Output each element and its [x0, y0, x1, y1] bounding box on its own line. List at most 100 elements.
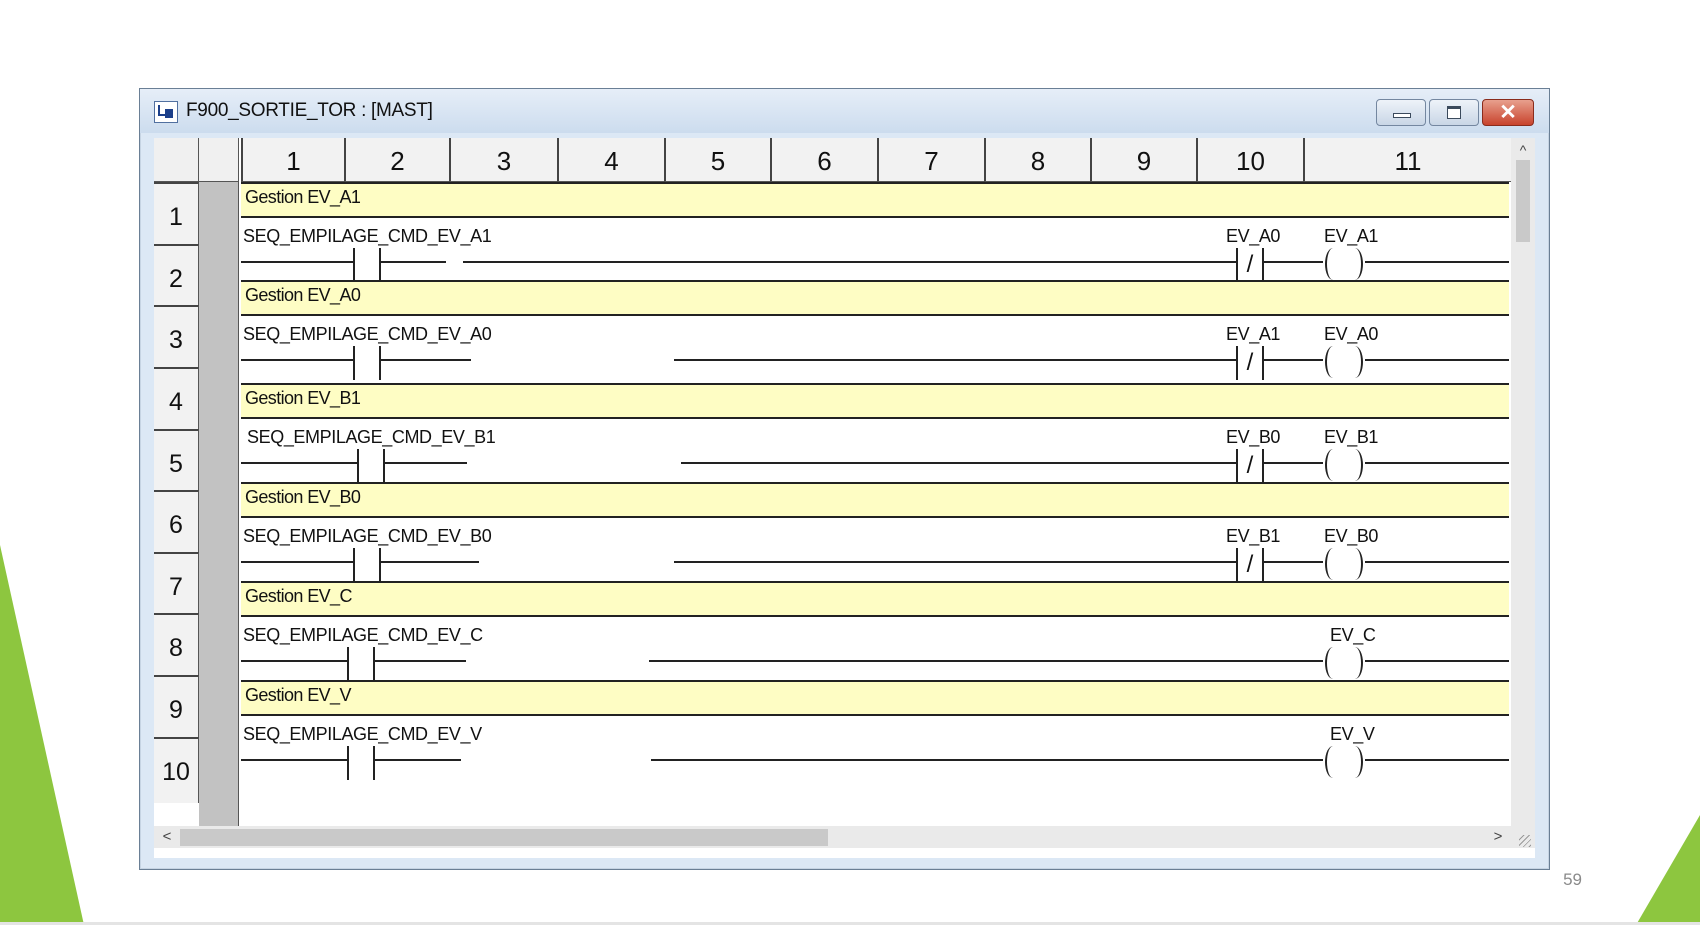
rung-comment-text: Gestion EV_B0 [245, 487, 361, 507]
horizontal-scroll-thumb[interactable] [180, 829, 828, 846]
contact-variable-label: SEQ_EMPILAGE_CMD_EV_B1 [247, 427, 496, 447]
row-header: 1 [154, 182, 199, 248]
row-header: 9 [154, 675, 199, 741]
normally-closed-contact[interactable]: / [1236, 346, 1264, 380]
vertical-scroll-thumb[interactable] [1516, 160, 1530, 242]
minimize-button[interactable] [1376, 99, 1426, 126]
rung-comment[interactable]: Gestion EV_V [241, 680, 1509, 716]
scroll-right-icon[interactable]: > [1489, 826, 1507, 848]
rung-comment[interactable]: Gestion EV_B1 [241, 383, 1509, 419]
ladder-rung: SEQ_EMPILAGE_CMD_EV_V EV_V [241, 716, 1509, 782]
ladder-rung: SEQ_EMPILAGE_CMD_EV_B1 EV_B0 / EV_B1 [241, 419, 1509, 485]
slide-page-number: 59 [1563, 870, 1582, 889]
normally-open-contact[interactable] [353, 346, 381, 380]
coil-paren [1347, 647, 1363, 679]
rung-wire [241, 759, 1509, 761]
output-coil-icon[interactable] [1323, 346, 1365, 382]
horizontal-scrollbar[interactable]: < > [154, 826, 1535, 848]
contact-bar [373, 746, 375, 780]
negation-slash-icon: / [1246, 551, 1254, 578]
column-header: 7 [877, 138, 984, 182]
row-header: 4 [154, 367, 199, 433]
contact-variable-label: SEQ_EMPILAGE_CMD_EV_C [243, 625, 483, 645]
output-coil-icon[interactable] [1323, 647, 1365, 683]
interlock-variable-label: EV_B0 [1226, 427, 1281, 447]
row-header: 8 [154, 613, 199, 679]
normally-open-contact[interactable] [353, 548, 381, 582]
contact-bar [383, 449, 385, 483]
ladder-rung: SEQ_EMPILAGE_CMD_EV_C EV_C [241, 617, 1509, 683]
interlock-variable-label: EV_A1 [1226, 324, 1281, 344]
coil-paren [1325, 746, 1341, 778]
rung-wire [241, 261, 1509, 263]
ladder-grid: 1 2 3 4 5 6 7 8 9 10 11 1 2 3 4 5 6 7 8 9 10 Gestion EV_A1 S… [154, 138, 1535, 858]
coil-variable-label: EV_V [1330, 724, 1375, 744]
coil-variable-label: EV_A1 [1324, 226, 1379, 246]
contact-bar [1236, 548, 1238, 582]
normally-open-contact[interactable] [347, 647, 375, 681]
contact-variable-label: SEQ_EMPILAGE_CMD_EV_B0 [243, 526, 492, 546]
wire-rendering-gap [471, 358, 674, 362]
close-button[interactable]: ✕ [1482, 99, 1534, 126]
scroll-left-icon[interactable]: < [158, 826, 176, 848]
contact-variable-label: SEQ_EMPILAGE_CMD_EV_A0 [243, 324, 492, 344]
coil-variable-label: EV_C [1330, 625, 1376, 645]
column-header: 4 [557, 138, 664, 182]
column-header: 1 [241, 138, 344, 182]
normally-closed-contact[interactable]: / [1236, 548, 1264, 582]
coil-variable-label: EV_B1 [1324, 427, 1379, 447]
rung-comment[interactable]: Gestion EV_A1 [241, 182, 1509, 218]
scroll-up-icon[interactable]: ^ [1511, 140, 1535, 160]
negation-slash-icon: / [1246, 349, 1254, 376]
ladder-app-icon [154, 101, 178, 123]
rung-wire [241, 561, 1509, 563]
normally-open-contact[interactable] [347, 746, 375, 780]
coil-paren [1325, 346, 1341, 378]
coil-paren [1347, 449, 1363, 481]
coil-paren [1347, 248, 1363, 280]
rung-comment[interactable]: Gestion EV_A0 [241, 280, 1509, 316]
output-coil-icon[interactable] [1323, 449, 1365, 485]
contact-bar [1262, 548, 1264, 582]
coil-variable-label: EV_A0 [1324, 324, 1379, 344]
contact-bar [373, 647, 375, 681]
ladder-editor-window: F900_SORTIE_TOR : [MAST] ✕ 1 2 3 4 5 6 7 8 9 10 11… [139, 88, 1550, 870]
minimize-icon [1393, 113, 1411, 118]
rung-comment[interactable]: Gestion EV_C [241, 581, 1509, 617]
normally-open-contact[interactable] [357, 449, 385, 483]
resize-grip-icon[interactable] [1519, 835, 1531, 847]
contact-bar [1262, 346, 1264, 380]
contact-variable-label: SEQ_EMPILAGE_CMD_EV_V [243, 724, 482, 744]
rung-wire [241, 660, 1509, 662]
row-header: 7 [154, 552, 199, 618]
contact-bar [1236, 346, 1238, 380]
contact-bar [347, 647, 349, 681]
rung-comment[interactable]: Gestion EV_B0 [241, 482, 1509, 518]
contact-bar [1236, 248, 1238, 282]
ladder-rung: SEQ_EMPILAGE_CMD_EV_A0 EV_A1 / EV_A0 [241, 316, 1509, 382]
coil-paren [1347, 548, 1363, 580]
column-header: 5 [664, 138, 770, 182]
wire-rendering-gap [467, 461, 681, 465]
output-coil-icon[interactable] [1323, 248, 1365, 284]
maximize-button[interactable] [1429, 99, 1479, 126]
output-coil-icon[interactable] [1323, 548, 1365, 584]
contact-bar [1262, 248, 1264, 282]
title-bar[interactable]: F900_SORTIE_TOR : [MAST] ✕ [140, 89, 1549, 133]
normally-closed-contact[interactable]: / [1236, 248, 1264, 282]
rung-comment-text: Gestion EV_V [245, 685, 351, 705]
close-icon: ✕ [1499, 101, 1517, 124]
row-header: 2 [154, 244, 199, 310]
normally-closed-contact[interactable]: / [1236, 449, 1264, 483]
vertical-scrollbar[interactable]: ^ [1511, 138, 1535, 826]
negation-slash-icon: / [1246, 251, 1254, 278]
coil-paren [1325, 647, 1341, 679]
contact-bar [347, 746, 349, 780]
normally-open-contact[interactable] [353, 248, 381, 282]
rung-comment-text: Gestion EV_A0 [245, 285, 361, 305]
wire-rendering-gap [446, 260, 463, 264]
contact-bar [379, 548, 381, 582]
rung-comment-text: Gestion EV_A1 [245, 187, 361, 207]
maximize-icon [1447, 106, 1461, 119]
output-coil-icon[interactable] [1323, 746, 1365, 782]
